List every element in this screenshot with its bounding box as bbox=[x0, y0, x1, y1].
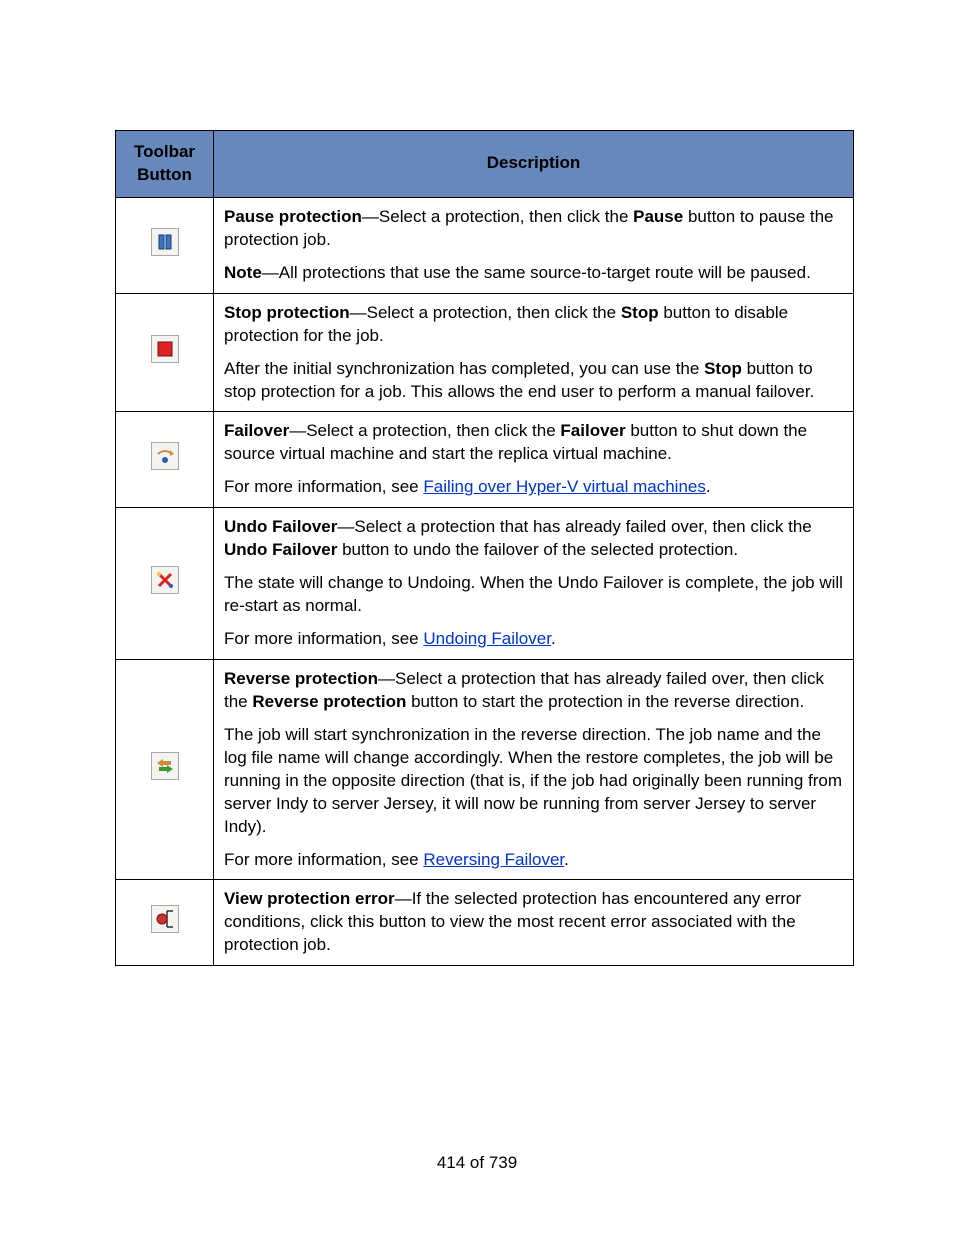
text: —Select a protection, then click the bbox=[289, 421, 560, 440]
description-paragraph: Failover—Select a protection, then click… bbox=[224, 420, 843, 466]
text: . bbox=[564, 850, 569, 869]
description-paragraph: Note—All protections that use the same s… bbox=[224, 262, 843, 285]
bold-text: Stop bbox=[621, 303, 659, 322]
table-row: Stop protection—Select a protection, the… bbox=[116, 293, 854, 412]
text: button to undo the failover of the selec… bbox=[337, 540, 738, 559]
bold-text: Failover bbox=[560, 421, 625, 440]
bold-text: Pause protection bbox=[224, 207, 362, 226]
icon-cell bbox=[116, 880, 214, 966]
text: . bbox=[706, 477, 711, 496]
bold-text: View protection error bbox=[224, 889, 395, 908]
description-paragraph: Stop protection—Select a protection, the… bbox=[224, 302, 843, 348]
description-cell: Failover—Select a protection, then click… bbox=[214, 412, 854, 508]
text: button to start the protection in the re… bbox=[406, 692, 804, 711]
text: —Select a protection, then click the bbox=[362, 207, 633, 226]
doc-link[interactable]: Undoing Failover bbox=[423, 629, 551, 648]
description-paragraph: For more information, see Undoing Failov… bbox=[224, 628, 843, 651]
pause-icon bbox=[151, 228, 179, 256]
bold-text: Stop protection bbox=[224, 303, 350, 322]
stop-icon bbox=[151, 335, 179, 363]
icon-cell bbox=[116, 293, 214, 412]
table-row: Undo Failover—Select a protection that h… bbox=[116, 508, 854, 660]
description-cell: Undo Failover—Select a protection that h… bbox=[214, 508, 854, 660]
toolbar-description-table: Toolbar Button Description Pause protect… bbox=[115, 130, 854, 966]
icon-cell bbox=[116, 659, 214, 880]
description-paragraph: Reverse protection—Select a protection t… bbox=[224, 668, 843, 714]
text: . bbox=[551, 629, 556, 648]
bold-text: Failover bbox=[224, 421, 289, 440]
header-toolbar-button: Toolbar Button bbox=[116, 131, 214, 198]
description-paragraph: For more information, see Failing over H… bbox=[224, 476, 843, 499]
table-row: View protection error—If the selected pr… bbox=[116, 880, 854, 966]
text: For more information, see bbox=[224, 629, 423, 648]
text: The job will start synchronization in th… bbox=[224, 725, 842, 836]
icon-cell bbox=[116, 197, 214, 293]
text: For more information, see bbox=[224, 477, 423, 496]
description-cell: Reverse protection—Select a protection t… bbox=[214, 659, 854, 880]
table-row: Reverse protection—Select a protection t… bbox=[116, 659, 854, 880]
bold-text: Reverse protection bbox=[224, 669, 378, 688]
text: After the initial synchronization has co… bbox=[224, 359, 704, 378]
description-cell: Stop protection—Select a protection, the… bbox=[214, 293, 854, 412]
description-cell: Pause protection—Select a protection, th… bbox=[214, 197, 854, 293]
icon-cell bbox=[116, 412, 214, 508]
doc-link[interactable]: Reversing Failover bbox=[423, 850, 564, 869]
description-cell: View protection error—If the selected pr… bbox=[214, 880, 854, 966]
table-row: Pause protection—Select a protection, th… bbox=[116, 197, 854, 293]
text: —All protections that use the same sourc… bbox=[262, 263, 811, 282]
icon-cell bbox=[116, 508, 214, 660]
table-row: Failover—Select a protection, then click… bbox=[116, 412, 854, 508]
text: —Select a protection that has already fa… bbox=[337, 517, 811, 536]
undo-failover-icon bbox=[151, 566, 179, 594]
description-paragraph: After the initial synchronization has co… bbox=[224, 358, 843, 404]
page-number: 414 of 739 bbox=[0, 1152, 954, 1175]
description-paragraph: Undo Failover—Select a protection that h… bbox=[224, 516, 843, 562]
view-error-icon bbox=[151, 905, 179, 933]
header-description: Description bbox=[214, 131, 854, 198]
text: The state will change to Undoing. When t… bbox=[224, 573, 843, 615]
bold-text: Reverse protection bbox=[252, 692, 406, 711]
bold-text: Pause bbox=[633, 207, 683, 226]
description-paragraph: The state will change to Undoing. When t… bbox=[224, 572, 843, 618]
doc-link[interactable]: Failing over Hyper-V virtual machines bbox=[423, 477, 706, 496]
bold-text: Undo Failover bbox=[224, 517, 337, 536]
description-paragraph: For more information, see Reversing Fail… bbox=[224, 849, 843, 872]
bold-text: Note bbox=[224, 263, 262, 282]
bold-text: Stop bbox=[704, 359, 742, 378]
text: —Select a protection, then click the bbox=[350, 303, 621, 322]
description-paragraph: View protection error—If the selected pr… bbox=[224, 888, 843, 957]
description-paragraph: Pause protection—Select a protection, th… bbox=[224, 206, 843, 252]
text: For more information, see bbox=[224, 850, 423, 869]
reverse-protection-icon bbox=[151, 752, 179, 780]
failover-icon bbox=[151, 442, 179, 470]
description-paragraph: The job will start synchronization in th… bbox=[224, 724, 843, 839]
bold-text: Undo Failover bbox=[224, 540, 337, 559]
